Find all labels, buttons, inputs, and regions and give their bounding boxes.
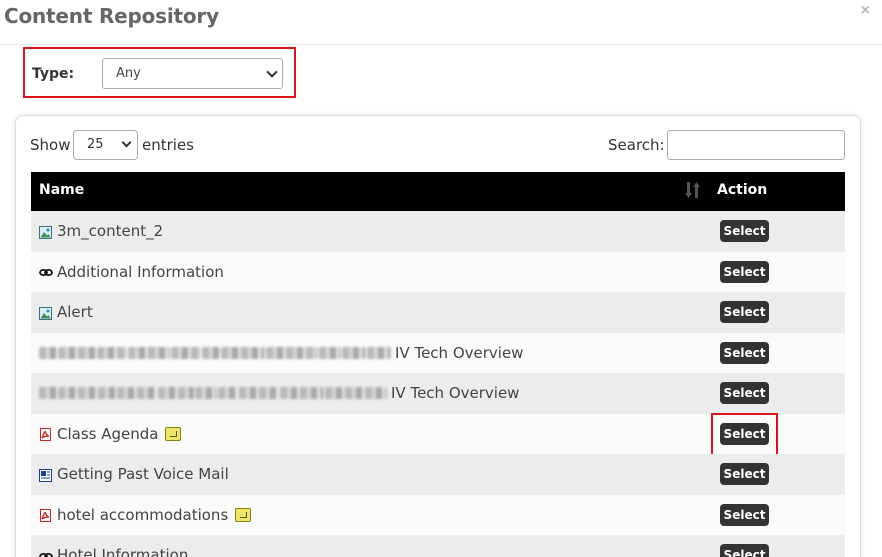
chevron-down-icon — [121, 137, 132, 148]
column-header-name[interactable]: Name — [39, 182, 84, 198]
table-row: Class Agenda Select — [31, 412, 845, 456]
select-button[interactable]: Select — [720, 220, 769, 242]
link-icon — [39, 549, 53, 557]
type-filter-highlight: Type: Any — [23, 47, 296, 98]
item-name: 3m_content_2 — [57, 222, 164, 240]
pdf-icon — [39, 427, 52, 441]
show-label: Show — [30, 136, 71, 154]
note-icon[interactable] — [235, 507, 252, 522]
select-button[interactable]: Select — [720, 422, 769, 445]
search-label: Search: — [608, 136, 665, 154]
name-cell: hotel accommodations — [39, 505, 252, 524]
type-select-value: Any — [116, 66, 141, 81]
item-name: Hotel Information — [57, 546, 189, 557]
table-row: Alert Select — [31, 292, 845, 333]
select-button[interactable]: Select — [720, 341, 769, 364]
image-icon — [39, 306, 52, 320]
name-cell: IV Tech Overview — [39, 384, 519, 402]
select-button[interactable]: Select — [720, 463, 769, 485]
table-row: Hotel Information Select — [31, 535, 845, 557]
select-button[interactable]: Select — [720, 503, 769, 526]
name-cell: Additional Information — [39, 263, 224, 281]
item-name: hotel accommodations — [57, 505, 229, 524]
name-cell: Hotel Information — [39, 546, 188, 557]
table-row: 3m_content_2 Select — [31, 211, 845, 252]
redacted-text — [39, 346, 392, 359]
item-name: Additional Information — [57, 262, 224, 281]
table-row: Getting Past Voice Mail Select — [31, 454, 845, 495]
entries-label: entries — [142, 136, 194, 154]
link-icon — [39, 265, 53, 278]
modal-title: Content Repository — [4, 4, 219, 28]
table-row: hotel accommodations Select — [31, 494, 845, 535]
pdf-icon — [39, 508, 52, 522]
select-button[interactable]: Select — [720, 382, 769, 404]
type-label: Type: — [32, 66, 75, 82]
table-row: IV Tech Overview Select — [31, 373, 845, 414]
note-icon[interactable] — [165, 426, 182, 441]
document-icon — [39, 468, 52, 482]
table-row: Additional Information Select — [31, 251, 845, 292]
select-button[interactable]: Select — [720, 260, 769, 283]
column-header-action: Action — [717, 182, 768, 198]
name-cell: Alert — [39, 303, 93, 321]
image-icon — [39, 225, 52, 239]
name-cell: Class Agenda — [39, 424, 182, 443]
item-name: IV Tech Overview — [395, 343, 524, 362]
header-divider — [0, 44, 882, 45]
table-row: IV Tech Overview Select — [31, 332, 845, 373]
content-table: Name Action 3m_content_2 Select Additional… — [31, 172, 845, 557]
search-input[interactable] — [667, 130, 845, 160]
select-button[interactable]: Select — [720, 544, 769, 557]
name-cell: Getting Past Voice Mail — [39, 465, 229, 483]
name-cell: 3m_content_2 — [39, 222, 163, 240]
type-select[interactable]: Any — [102, 58, 283, 89]
table-body: 3m_content_2 Select Additional Information… — [31, 211, 845, 557]
table-header: Name Action — [31, 172, 845, 211]
entries-select-value: 25 — [87, 137, 104, 152]
item-name: IV Tech Overview — [391, 384, 520, 402]
name-cell: IV Tech Overview — [39, 344, 523, 362]
sort-icon[interactable] — [685, 181, 701, 199]
close-icon[interactable]: × — [861, 2, 870, 20]
item-name: Getting Past Voice Mail — [57, 465, 229, 483]
entries-select[interactable]: 25 — [73, 130, 138, 160]
item-name: Alert — [57, 303, 93, 321]
item-name: Class Agenda — [57, 424, 159, 443]
select-button[interactable]: Select — [720, 301, 769, 323]
chevron-down-icon — [266, 66, 278, 78]
redacted-text — [39, 387, 388, 399]
